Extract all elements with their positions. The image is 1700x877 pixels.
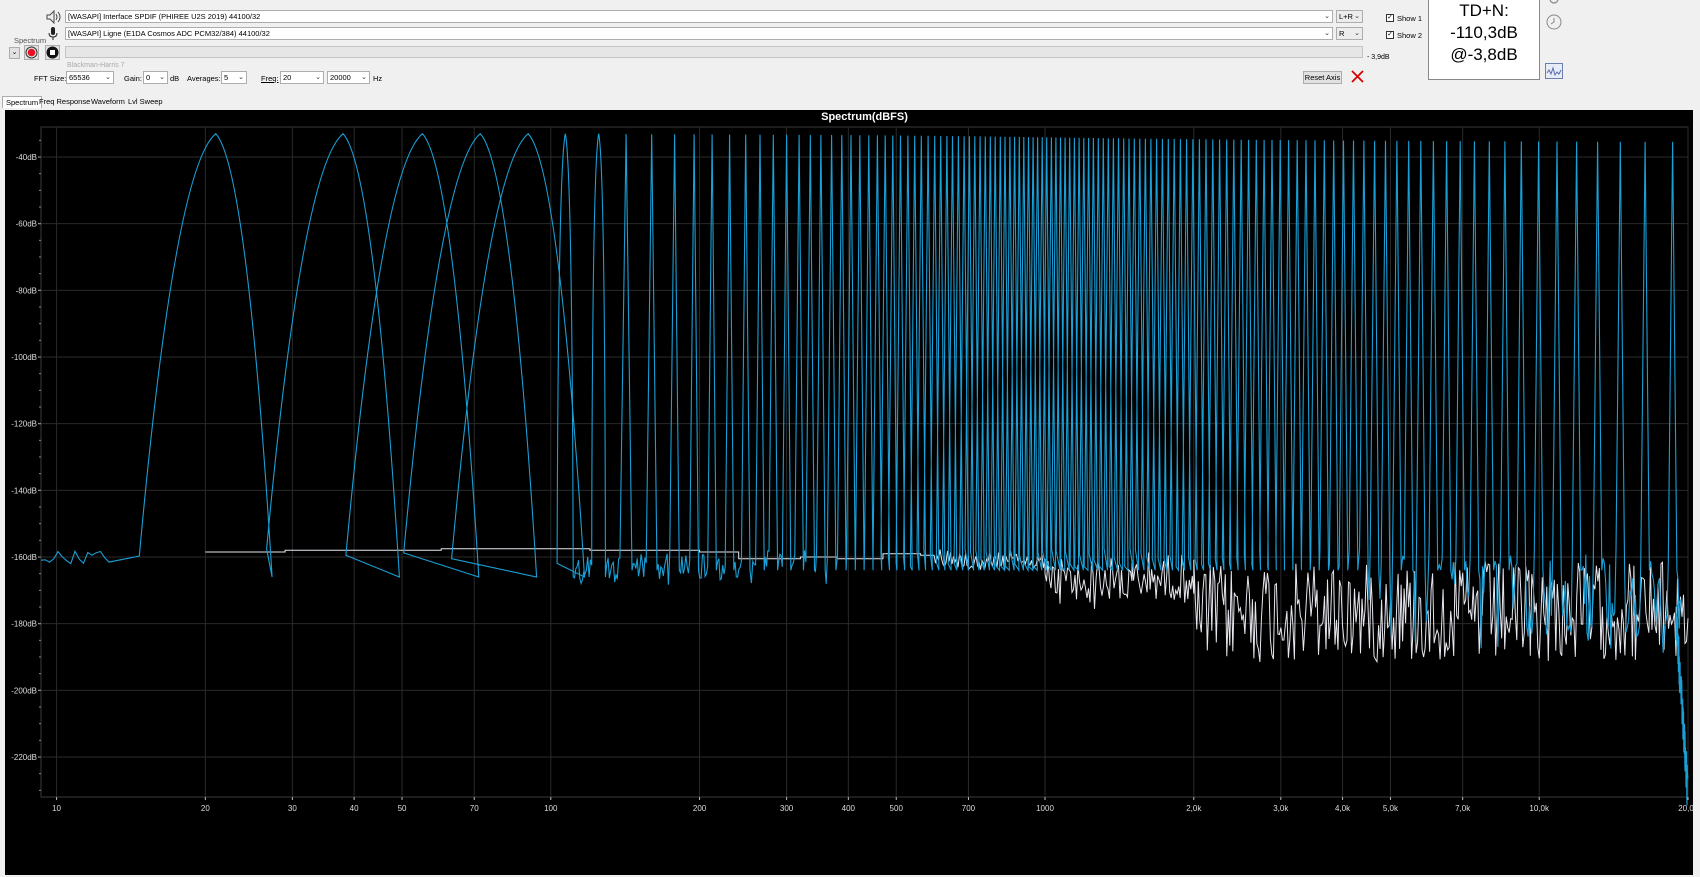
x-tick-label: 50 <box>398 804 407 813</box>
freq-max-select[interactable]: 20000 ⌄ <box>327 71 370 84</box>
close-icon[interactable] <box>1351 70 1364 83</box>
microphone-icon[interactable] <box>48 27 58 41</box>
chevron-down-icon: ⌄ <box>159 74 165 81</box>
freq-max-value: 20000 <box>330 73 351 82</box>
show2-label: Show 2 <box>1397 31 1423 40</box>
chevron-down-icon: ⌄ <box>1324 13 1330 20</box>
x-tick-label: 300 <box>780 804 794 813</box>
input-device-select[interactable]: [WASAPI] Ligne (E1DA Cosmos ADC PCM32/38… <box>65 27 1333 40</box>
input-channel-value: R <box>1339 29 1345 38</box>
averages-select[interactable]: 5 ⌄ <box>221 71 247 84</box>
x-tick-label: 10,0k <box>1529 804 1550 813</box>
x-tick-label: 70 <box>470 804 479 813</box>
y-tick-label: -140dB <box>11 486 37 495</box>
thd-line1: TD+N: <box>1459 1 1509 20</box>
x-tick-label: 2,0k <box>1186 804 1202 813</box>
plot-frame <box>40 126 1689 798</box>
x-tick-label: 30 <box>288 804 297 813</box>
chevron-down-icon: ⌄ <box>1324 30 1330 37</box>
x-tick-label: 200 <box>693 804 707 813</box>
y-tick-label: -160dB <box>11 553 37 562</box>
record-button[interactable] <box>24 45 39 60</box>
output-device-value: [WASAPI] Interface SPDIF (PHIREE U2S 201… <box>68 12 261 21</box>
chevron-down-icon: ⌄ <box>1354 13 1360 20</box>
spectrum-view-icon[interactable] <box>1545 63 1563 79</box>
x-tick-label: 4,0k <box>1335 804 1351 813</box>
output-channel-select[interactable]: L+R ⌄ <box>1336 10 1363 23</box>
gain-label: Gain: <box>124 74 142 83</box>
show1-checkbox[interactable]: ✓ <box>1386 14 1394 22</box>
x-tick-label: 100 <box>544 804 558 813</box>
input-device-value: [WASAPI] Ligne (E1DA Cosmos ADC PCM32/38… <box>68 29 270 38</box>
tab-waveform[interactable]: Waveform <box>88 96 128 108</box>
x-tick-label: 10 <box>52 804 61 813</box>
thd-readout-box: TD+N: -110,3dB @-3,8dB <box>1428 0 1540 80</box>
spectrum-plot[interactable]: Spectrum(dBFS) -40dB -60dB -80dB -100dB -120d… <box>5 110 1699 875</box>
chevron-down-icon: ⌄ <box>105 74 111 81</box>
y-tick-label: -200dB <box>11 686 37 695</box>
settings-gear-icon[interactable] <box>1547 0 1561 6</box>
reset-axis-button[interactable]: Reset Axis <box>1303 71 1342 84</box>
thd-value: -110,3dB <box>1450 23 1518 42</box>
thd-level: @-3,8dB <box>1450 45 1518 64</box>
output-device-select[interactable]: [WASAPI] Interface SPDIF (PHIREE U2S 201… <box>65 10 1333 23</box>
primary-trace <box>40 132 1689 806</box>
chevron-down-icon: ⌄ <box>315 74 321 81</box>
freq-min-select[interactable]: 20 ⌄ <box>280 71 324 84</box>
input-channel-select[interactable]: R ⌄ <box>1336 27 1363 40</box>
x-tick-label: 500 <box>890 804 904 813</box>
x-tick-label: 400 <box>842 804 856 813</box>
fft-size-select[interactable]: 65536 ⌄ <box>66 71 114 84</box>
chevron-down-icon: ⌄ <box>1354 30 1360 37</box>
show2-checkbox[interactable]: ✓ <box>1386 31 1394 39</box>
chevron-down-icon: ⌄ <box>361 74 367 81</box>
y-tick-label: -120dB <box>11 420 37 429</box>
window-function-label: Blackman-Harris 7 <box>67 62 125 69</box>
x-tick-label: 7,0k <box>1455 804 1471 813</box>
x-tick-label: 1000 <box>1036 804 1054 813</box>
x-tick-label: 40 <box>350 804 359 813</box>
gain-select[interactable]: 0 ⌄ <box>143 71 168 84</box>
gain-unit: dB <box>170 74 180 83</box>
chart-title: Spectrum(dBFS) <box>821 111 908 123</box>
freq-unit: Hz <box>373 74 383 83</box>
show1-label: Show 1 <box>1397 14 1423 23</box>
fft-size-value: 65536 <box>69 73 90 82</box>
averages-value: 5 <box>224 73 229 82</box>
chevron-down-icon: ⌄ <box>238 74 244 81</box>
speaker-icon[interactable] <box>46 9 62 25</box>
tab-lvl-sweep[interactable]: Lvl Sweep <box>125 96 166 108</box>
x-tick-label: 5,0k <box>1383 804 1399 813</box>
spectrum-mode-dropdown[interactable]: ⌄ <box>9 47 20 59</box>
stop-button[interactable] <box>45 45 60 60</box>
x-tick-label: 20 <box>201 804 210 813</box>
fft-size-label: FFT Size: <box>34 74 67 83</box>
output-channel-value: L+R <box>1339 12 1353 21</box>
freq-min-value: 20 <box>283 73 292 82</box>
clock-icon[interactable] <box>1546 14 1562 30</box>
level-readout: - 3,9dB <box>1367 54 1390 61</box>
x-tick-label: 3,0k <box>1273 804 1289 813</box>
gain-value: 0 <box>146 73 151 82</box>
y-tick-label: -180dB <box>11 620 37 629</box>
tab-freq-response[interactable]: Freq Response <box>36 96 93 108</box>
y-tick-label: -100dB <box>11 353 37 362</box>
level-meter <box>65 46 1363 58</box>
spectrum-label: Spectrum <box>14 36 47 45</box>
x-tick-label: 700 <box>962 804 976 813</box>
y-tick-label: -60dB <box>16 220 37 229</box>
y-tick-label: -40dB <box>16 153 37 162</box>
spectrum-chart: Spectrum(dBFS) -40dB -60dB -80dB -100dB -120d… <box>11 111 1699 813</box>
averages-label: Averages: <box>187 74 221 83</box>
y-tick-label: -80dB <box>16 286 37 295</box>
y-tick-label: -220dB <box>11 753 37 762</box>
freq-label: Freq: <box>261 74 279 83</box>
x-tick-label: 20,0k <box>1678 804 1693 813</box>
